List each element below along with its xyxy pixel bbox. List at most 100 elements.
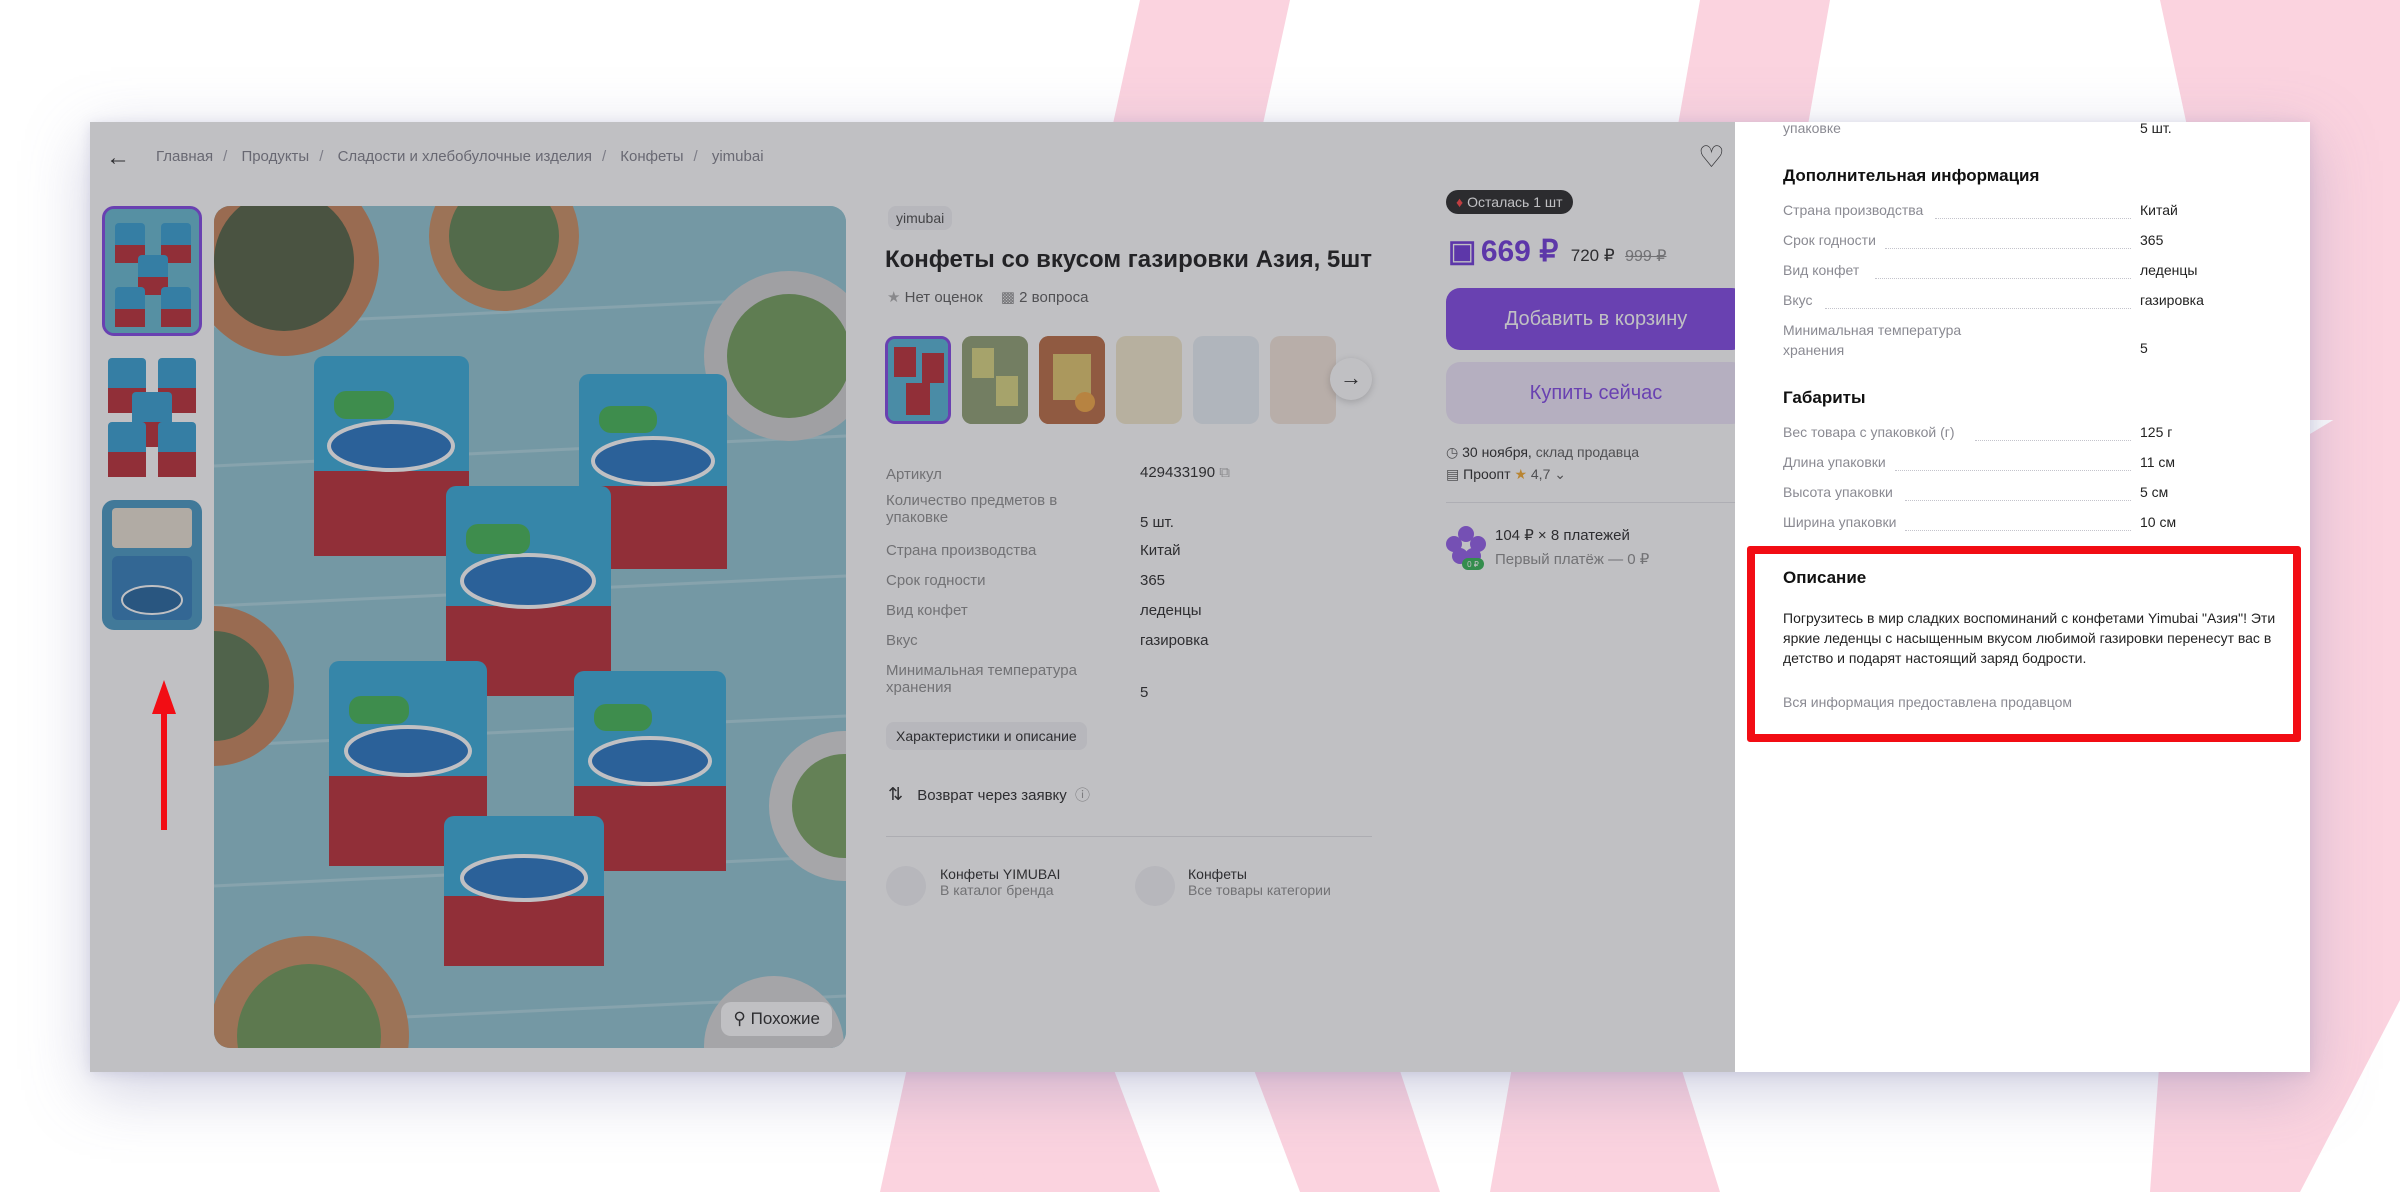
shop-icon: ▤ (1446, 466, 1464, 482)
product-main-photo[interactable]: ⚲ Похожие (214, 206, 846, 1048)
spec-label: Срок годности (886, 572, 986, 589)
drawer-spec-value: 125 г (2140, 424, 2173, 440)
star-icon: ★ (887, 289, 901, 306)
photo-thumbnail[interactable] (1270, 336, 1336, 424)
wallet-icon: ▣ (1448, 235, 1477, 268)
photo-thumbnail[interactable] (885, 336, 951, 424)
spec-value: 5 шт. (1140, 514, 1174, 531)
price-without-card: 720 ₽ (1570, 246, 1615, 265)
spec-label: Количество предметов в упаковке (886, 492, 1058, 526)
spec-value: Китай (1140, 542, 1181, 559)
drawer-spec-value: Китай (2140, 202, 2178, 218)
add-to-cart-button[interactable]: Добавить в корзину (1446, 288, 1735, 350)
product-page: ← Главная / Продукты / Сладости и хлебобул… (90, 122, 1735, 1072)
spec-label: Вкус (886, 632, 918, 649)
back-arrow-icon[interactable]: ← (106, 144, 130, 172)
brand-badge[interactable]: yimubai (888, 206, 953, 230)
photo-thumbnail[interactable] (1039, 336, 1105, 424)
dotted-leader (1975, 440, 2131, 441)
spec-label: Артикул (886, 466, 942, 483)
similar-search-icon: ⚲ (733, 1009, 751, 1028)
drawer-spec-label: Страна производства (1783, 202, 1924, 218)
stock-dot-icon: ♦ (1456, 194, 1464, 210)
drawer-spec-label: Высота упаковки (1783, 484, 1893, 500)
price-row: ▣ 669 ₽ 720 ₽ 999 ₽ (1448, 234, 1666, 269)
return-info[interactable]: ⇅ Возврат через заявку ⓘ (888, 784, 1090, 805)
drawer-spec-value: 5 см (2140, 484, 2169, 500)
breadcrumb-item[interactable]: Сладости и хлебобулочные изделия (338, 148, 592, 165)
link-title: Конфеты (1188, 866, 1247, 882)
price-old: 999 ₽ (1625, 248, 1667, 265)
clock-icon: ◷ (1446, 444, 1463, 460)
drawer-spec-label: Срок годности (1783, 232, 1876, 248)
drawer-spec-label: Вид конфет (1783, 262, 1860, 278)
photo-thumbnail[interactable] (1116, 336, 1182, 424)
return-text: Возврат через заявку (917, 787, 1067, 804)
similar-button[interactable]: ⚲ Похожие (721, 1002, 832, 1036)
photo-thumbnail[interactable] (1193, 336, 1259, 424)
photo-thumbnail[interactable] (962, 336, 1028, 424)
breadcrumb-item[interactable]: Главная (156, 148, 213, 165)
product-title: Конфеты со вкусом газировки Азия, 5шт (885, 246, 1373, 273)
characteristics-button[interactable]: Характеристики и описание (886, 722, 1087, 750)
link-subtitle: Все товары категории (1188, 882, 1331, 898)
spec-value: газировка (1140, 632, 1209, 649)
dotted-leader (1825, 308, 2131, 309)
rating-row: ★ Нет оценок ▩ 2 вопроса (887, 288, 1088, 306)
questions-icon: ▩ (1000, 289, 1015, 306)
drawer-spec-label: Ширина упаковки (1783, 514, 1897, 530)
info-icon[interactable]: ⓘ (1075, 787, 1090, 804)
seller-row[interactable]: ▤ Проопт ★ 4,7 ⌄ (1446, 466, 1566, 483)
spec-label: Вид конфет (886, 602, 968, 619)
gallery-thumbnail[interactable] (102, 352, 202, 482)
dotted-leader (1905, 500, 2131, 501)
category-link[interactable]: Конфеты Все товары категории (1188, 866, 1331, 898)
rating-text[interactable]: Нет оценок (905, 289, 983, 306)
brand-catalog-link[interactable]: Конфеты YIMUBAI В каталог бренда (940, 866, 1060, 898)
category-icon (1135, 866, 1175, 906)
drawer-spec-value: 11 см (2140, 454, 2176, 470)
drawer-spec-value: 365 (2140, 232, 2164, 248)
link-subtitle: В каталог бренда (940, 882, 1054, 898)
drawer-spec-value: 10 см (2140, 514, 2177, 530)
delivery-date: 30 ноября, (1462, 444, 1532, 460)
drawer-spec-value: леденцы (2140, 262, 2198, 278)
divider (1446, 502, 1735, 503)
drawer-spec-label: Минимальная температура хранения (1783, 322, 1962, 358)
chevron-down-icon: ⌄ (1554, 466, 1566, 482)
drawer-spec-value: газировка (2140, 292, 2204, 308)
section-title: Дополнительная информация (1783, 166, 2040, 185)
drawer-spec-value: 5 (2140, 340, 2148, 356)
dotted-leader (1935, 218, 2131, 219)
copy-icon[interactable]: ⧉ (1219, 464, 1230, 481)
stock-badge: ♦ Осталась 1 шт (1446, 190, 1573, 214)
highlight-frame (1747, 546, 2301, 742)
up-arrow-icon (152, 680, 176, 830)
buy-now-button[interactable]: Купить сейчас (1446, 362, 1735, 424)
breadcrumb-item[interactable]: Конфеты (620, 148, 683, 165)
delivery-source[interactable]: склад продавца (1536, 444, 1639, 460)
seller-name: Проопт (1463, 466, 1511, 482)
drawer-spec-value: 5 шт. (2140, 122, 2172, 136)
gallery-thumbnail[interactable] (102, 206, 202, 336)
drawer-spec-label: Вкус (1783, 292, 1813, 308)
dotted-leader (1895, 470, 2131, 471)
favorite-heart-icon[interactable]: ♡ (1698, 140, 1725, 175)
breadcrumb-item[interactable]: yimubai (712, 148, 764, 165)
questions-text[interactable]: 2 вопроса (1019, 289, 1088, 306)
return-arrows-icon: ⇅ (888, 784, 904, 804)
drawer-spec-label: Длина упаковки (1783, 454, 1886, 470)
spec-value: леденцы (1140, 602, 1202, 619)
breadcrumb-item[interactable]: Продукты (241, 148, 309, 165)
spec-value: 429433190 ⧉ (1140, 464, 1230, 481)
tag-icon (886, 866, 926, 906)
installment-badge: 0 ₽ (1467, 560, 1479, 569)
spec-label: Страна производства (886, 542, 1037, 559)
installment-amount[interactable]: 104 ₽ × 8 платежей (1495, 526, 1630, 544)
stock-text: Осталась 1 шт (1467, 194, 1563, 210)
installment-first-payment: Первый платёж — 0 ₽ (1495, 551, 1650, 568)
spec-value: 365 (1140, 572, 1166, 589)
spec-value: 5 (1140, 684, 1149, 701)
gallery-thumbnail[interactable] (102, 500, 202, 630)
gallery-next-arrow-icon[interactable]: → (1330, 358, 1372, 400)
